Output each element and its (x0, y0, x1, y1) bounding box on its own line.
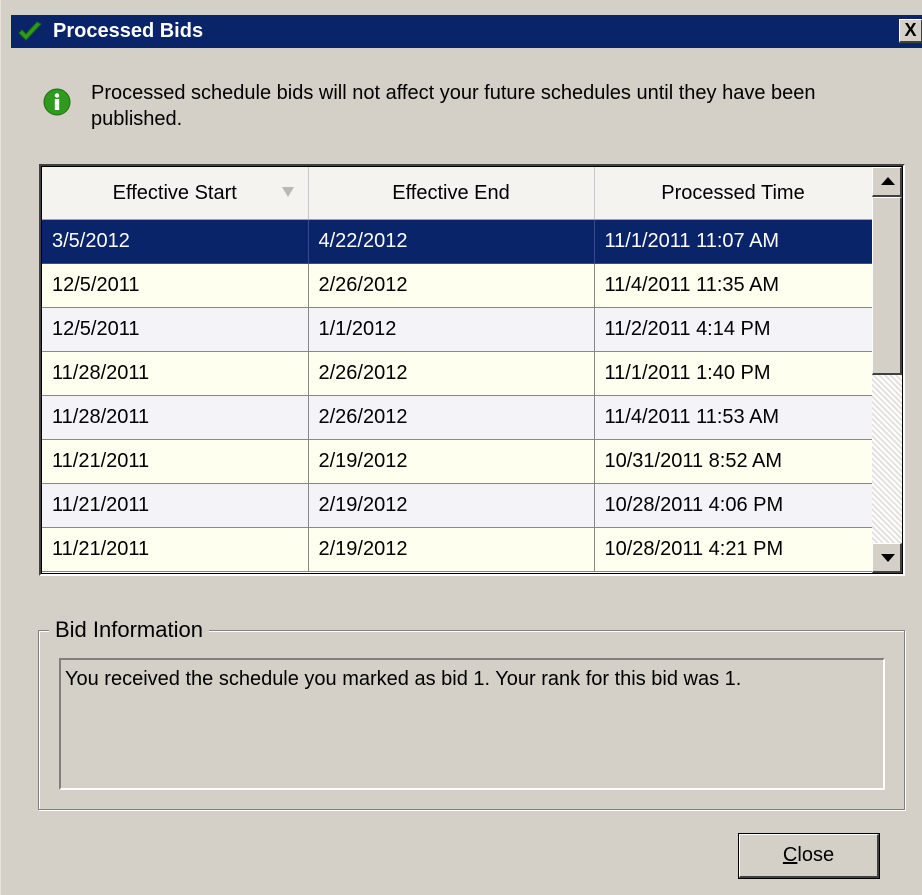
table-row[interactable]: 11/28/2011 2/26/2012 11/1/2011 1:40 PM (42, 351, 873, 396)
window-title: Processed Bids (53, 20, 204, 42)
scroll-up-button[interactable] (872, 167, 902, 197)
cell-processed-time: 11/1/2011 1:40 PM (594, 351, 873, 396)
close-button[interactable]: Close (738, 833, 880, 879)
grid-header-row: Effective Start Effective End Processed … (42, 167, 873, 220)
cell-effective-end: 2/19/2012 (308, 483, 595, 528)
bid-information-label: Bid Information (49, 617, 209, 643)
cell-effective-start: 12/5/2011 (42, 263, 309, 308)
bids-grid: Effective Start Effective End Processed … (42, 167, 873, 572)
cell-processed-time: 11/4/2011 11:53 AM (594, 395, 873, 440)
info-icon (43, 88, 71, 116)
table-row[interactable]: 11/21/2011 2/19/2012 10/31/2011 8:52 AM (42, 439, 873, 484)
table-row[interactable]: 11/28/2011 2/26/2012 11/4/2011 11:53 AM (42, 395, 873, 440)
bid-information-text: You received the schedule you marked as … (59, 658, 885, 790)
table-row[interactable]: 11/21/2011 2/19/2012 10/28/2011 4:06 PM (42, 483, 873, 528)
column-header-effective-end[interactable]: Effective End (308, 167, 595, 220)
cell-processed-time: 10/31/2011 8:52 AM (594, 439, 873, 484)
column-header-effective-start[interactable]: Effective Start (42, 167, 309, 220)
sort-descending-icon (281, 187, 294, 197)
arrow-up-icon (881, 177, 895, 185)
cell-effective-end: 2/19/2012 (308, 527, 595, 572)
cell-effective-end: 2/26/2012 (308, 263, 595, 308)
title-close-button[interactable]: X (899, 19, 922, 43)
cell-effective-start: 11/21/2011 (42, 527, 309, 572)
table-row[interactable]: 12/5/2011 1/1/2012 11/2/2011 4:14 PM (42, 307, 873, 352)
cell-effective-end: 2/19/2012 (308, 439, 595, 484)
cell-effective-start: 11/21/2011 (42, 483, 309, 528)
cell-effective-start: 11/28/2011 (42, 351, 309, 396)
cell-effective-end: 1/1/2012 (308, 307, 595, 352)
cell-processed-time: 10/28/2011 4:21 PM (594, 527, 873, 572)
cell-effective-start: 11/21/2011 (42, 439, 309, 484)
cell-effective-end: 2/26/2012 (308, 395, 595, 440)
info-message: Processed schedule bids will not affect … (91, 82, 816, 130)
table-row-selected[interactable]: 3/5/2012 4/22/2012 11/1/2011 11:07 AM (42, 219, 873, 264)
cell-processed-time: 11/2/2011 4:14 PM (594, 307, 873, 352)
cell-processed-time: 11/1/2011 11:07 AM (594, 219, 873, 264)
cell-processed-time: 11/4/2011 11:35 AM (594, 263, 873, 308)
column-header-label: Effective Start (112, 181, 237, 204)
arrow-down-icon (881, 554, 895, 562)
vertical-scrollbar[interactable] (872, 167, 902, 573)
cell-effective-start: 12/5/2011 (42, 307, 309, 352)
checkmark-icon (18, 21, 42, 41)
cell-effective-start: 3/5/2012 (42, 219, 309, 264)
table-row[interactable]: 12/5/2011 2/26/2012 11/4/2011 11:35 AM (42, 263, 873, 308)
column-header-processed-time[interactable]: Processed Time (594, 167, 873, 220)
title-bar[interactable]: Processed Bids X (11, 15, 922, 48)
close-button-mnemonic: C (782, 844, 798, 866)
cell-effective-end: 4/22/2012 (308, 219, 595, 264)
processed-bids-window: Processed Bids X Processed schedule bids… (0, 0, 922, 895)
column-header-label: Effective End (392, 181, 510, 204)
table-row[interactable]: 11/21/2011 2/19/2012 10/28/2011 4:21 PM (42, 527, 873, 572)
scroll-down-button[interactable] (872, 543, 902, 573)
column-header-label: Processed Time (661, 181, 805, 204)
cell-processed-time: 10/28/2011 4:06 PM (594, 483, 873, 528)
close-button-label: lose (797, 844, 835, 866)
cell-effective-start: 11/28/2011 (42, 395, 309, 440)
scrollbar-thumb[interactable] (872, 197, 902, 375)
cell-effective-end: 2/26/2012 (308, 351, 595, 396)
